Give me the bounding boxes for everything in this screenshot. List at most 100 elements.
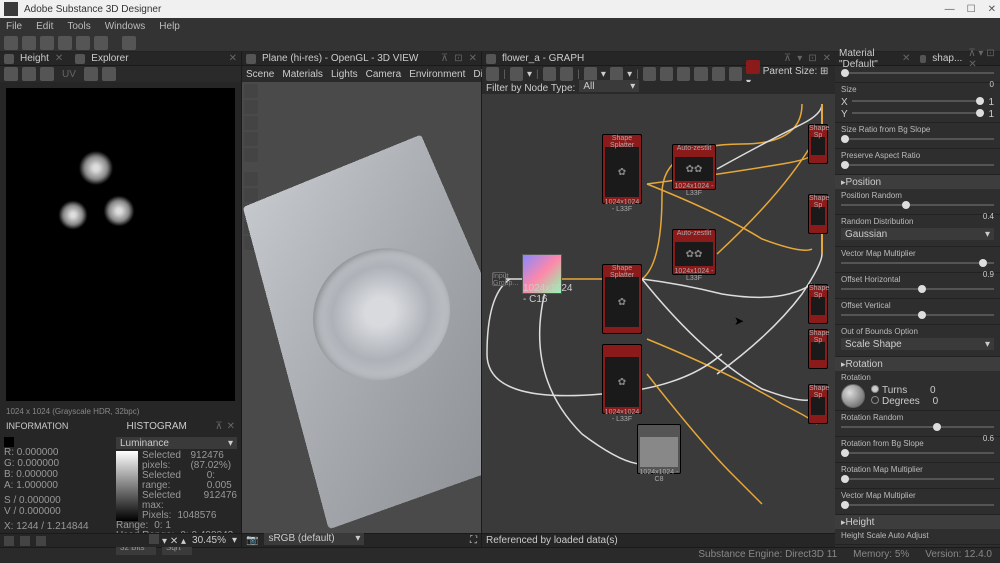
view3-icon[interactable] <box>40 67 54 81</box>
undo-icon[interactable] <box>76 36 90 50</box>
rot-bg-slider[interactable] <box>841 452 994 454</box>
vp-light-icon[interactable] <box>244 172 258 186</box>
rot-bg-label: Rotation from Bg Slope <box>841 439 994 448</box>
zoom-level[interactable]: 30.45% <box>192 535 226 546</box>
vmap-slider[interactable] <box>841 262 994 264</box>
zoom-fit-button[interactable]: ✕ <box>170 536 178 547</box>
vp-move-icon[interactable] <box>244 100 258 114</box>
new-icon[interactable] <box>4 36 18 50</box>
gt-align-icon[interactable] <box>712 67 725 81</box>
filter-select[interactable]: All▾ <box>579 80 639 92</box>
gt-valign-icon[interactable] <box>729 67 742 81</box>
histo-pin-icon[interactable]: ⊼ <box>215 421 222 432</box>
gt-info-icon[interactable] <box>560 67 573 81</box>
pin-icon[interactable]: ⊼ <box>441 53 448 64</box>
vp-materials[interactable]: Materials <box>282 69 323 80</box>
gt-del-icon[interactable] <box>694 67 707 81</box>
dist-select[interactable]: Gaussian▾ <box>841 228 994 240</box>
gt-zoom-icon[interactable] <box>543 67 556 81</box>
grid-icon[interactable] <box>149 534 159 544</box>
rot-map-slider[interactable] <box>841 478 994 480</box>
redo-icon[interactable] <box>94 36 108 50</box>
height-header[interactable]: ▸ Height <box>835 515 1000 529</box>
uv2-icon[interactable] <box>102 67 116 81</box>
menu-help[interactable]: Help <box>159 21 180 32</box>
gt-reload-icon[interactable] <box>486 67 499 81</box>
zoom-out-button[interactable]: ▾ <box>162 536 167 547</box>
undock-icon[interactable]: ⊡ <box>454 53 462 64</box>
save-all-icon[interactable] <box>58 36 72 50</box>
vmap2-slider[interactable] <box>841 504 994 506</box>
node-out-5[interactable]: Shape Sp <box>808 384 828 424</box>
channel-select[interactable]: Luminance▾ <box>116 437 237 449</box>
rotation-header[interactable]: ▸ Rotation <box>835 357 1000 371</box>
vp-rotate-icon[interactable] <box>244 116 258 130</box>
node-out-1[interactable]: Shape Sp <box>808 124 828 164</box>
tab-explorer[interactable]: Explorer <box>91 53 128 64</box>
zoom-in-button[interactable]: ▴ <box>181 536 186 547</box>
vp-scale-icon[interactable] <box>244 132 258 146</box>
swatch3-icon[interactable] <box>36 536 46 546</box>
offv-slider[interactable] <box>841 314 994 316</box>
color-profile-select[interactable]: sRGB (default)▾ <box>264 533 364 545</box>
tool-icon[interactable] <box>122 36 136 50</box>
uv-icon[interactable] <box>84 67 98 81</box>
minimize-button[interactable]: — <box>945 4 955 15</box>
menu-edit[interactable]: Edit <box>36 21 53 32</box>
swatch2-icon[interactable] <box>20 536 30 546</box>
gt-back-icon[interactable] <box>643 67 656 81</box>
pos-random-slider[interactable] <box>841 204 994 206</box>
camera-icon[interactable]: 📷 <box>246 535 258 546</box>
gt-parent-icon[interactable] <box>746 60 760 74</box>
viewport-3d[interactable] <box>242 82 481 533</box>
node-shape-splatter-1[interactable]: Shape Splatter ✿ 1024x1024 - L33F <box>602 134 642 204</box>
oob-select[interactable]: Scale Shape▾ <box>841 338 994 350</box>
menu-windows[interactable]: Windows <box>105 21 146 32</box>
vp-home-icon[interactable] <box>244 84 258 98</box>
save-icon[interactable] <box>40 36 54 50</box>
vp-camera[interactable]: Camera <box>366 69 402 80</box>
node-out-2[interactable]: Shape Sp <box>808 194 828 234</box>
close-vp-icon[interactable]: ✕ <box>469 53 477 64</box>
rot-rand-slider[interactable] <box>841 426 994 428</box>
maximize-button[interactable]: ☐ <box>967 4 976 15</box>
node-preview[interactable]: 1024x1024 - C8 <box>637 424 681 474</box>
fullscreen-icon[interactable]: ⛶ <box>470 535 477 546</box>
gt-fwd-icon[interactable] <box>660 67 673 81</box>
degrees-radio[interactable] <box>871 396 879 404</box>
gt-snap-icon[interactable] <box>510 67 523 81</box>
gt-timing-icon[interactable] <box>610 67 623 81</box>
rotation-dial[interactable] <box>841 384 865 408</box>
node-auto-1[interactable]: Auto-zestlit ✿✿ 1024x1024 - L33F <box>672 144 716 190</box>
vp-env[interactable]: Environment <box>409 69 465 80</box>
preview-2d[interactable] <box>6 88 235 401</box>
menu-tools[interactable]: Tools <box>67 21 90 32</box>
turns-radio[interactable] <box>871 385 879 393</box>
gt-link-icon[interactable] <box>584 67 597 81</box>
node-normal[interactable]: 1024x1024 - C16 <box>522 254 562 294</box>
gt-edit-icon[interactable] <box>677 67 690 81</box>
vp-scene[interactable]: Scene <box>246 69 274 80</box>
view2-icon[interactable] <box>22 67 36 81</box>
close-button[interactable]: ✕ <box>988 4 996 15</box>
node-shape-splatter-3[interactable]: ✿ 1024x1024 - L33F <box>602 344 642 414</box>
node-shape-splatter-2[interactable]: Shape Splatter ✿ <box>602 264 642 334</box>
node-out-3[interactable]: Shape Sp <box>808 284 828 324</box>
node-canvas[interactable]: 1024x1024 - C16 Input Group... Shape Spl… <box>482 94 835 533</box>
vp-shade-icon[interactable] <box>244 188 258 202</box>
view-icon[interactable] <box>4 67 18 81</box>
tab-shape[interactable]: shap... <box>932 53 962 64</box>
explorer-icon <box>75 54 85 64</box>
node-auto-2[interactable]: Auto-zestlit ✿✿ 1024x1024 - L33F <box>672 229 716 275</box>
vp-target-icon[interactable] <box>244 148 258 162</box>
position-header[interactable]: ▸ Position <box>835 175 1000 189</box>
swatch-icon[interactable] <box>4 536 14 546</box>
open-icon[interactable] <box>22 36 36 50</box>
menu-file[interactable]: File <box>6 21 22 32</box>
vp-lights[interactable]: Lights <box>331 69 358 80</box>
histo-close-icon[interactable]: ✕ <box>227 421 235 432</box>
node-input-group[interactable]: Input Group... <box>492 272 506 286</box>
tab-height[interactable]: Height <box>20 53 49 64</box>
offh-slider[interactable] <box>841 288 994 290</box>
node-out-4[interactable]: Shape Sp <box>808 329 828 369</box>
